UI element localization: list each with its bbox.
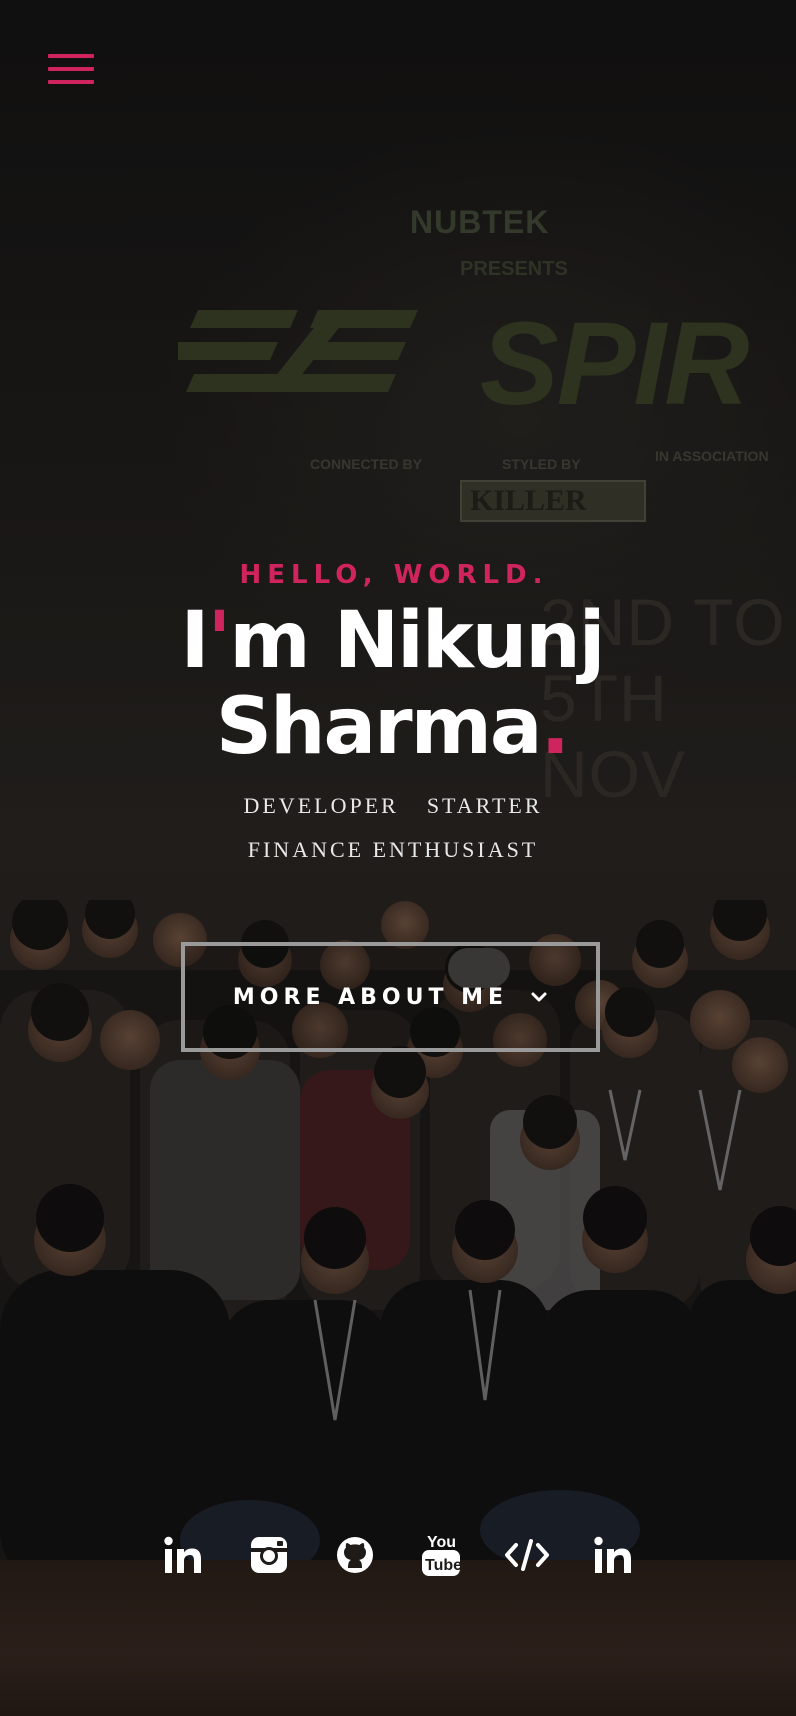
role-starter: STARTER xyxy=(426,793,543,818)
hamburger-menu-icon[interactable] xyxy=(48,54,94,92)
svg-text:Tube: Tube xyxy=(425,1557,461,1574)
menu-bar xyxy=(48,67,94,71)
intro-section: HELLO, WORLD. I'm Nikunj Sharma. DEVELOP… xyxy=(0,560,796,872)
social-links: You Tube xyxy=(0,1530,796,1580)
menu-bar xyxy=(48,54,94,58)
role-finance: FINANCE ENTHUSIAST xyxy=(247,837,539,862)
github-icon[interactable] xyxy=(330,1530,380,1580)
more-about-me-button[interactable]: MORE ABOUT ME xyxy=(181,942,600,1052)
more-about-me-label: MORE ABOUT ME xyxy=(232,984,509,1010)
chevron-down-icon xyxy=(530,988,548,1006)
linkedin-icon[interactable] xyxy=(588,1530,638,1580)
code-icon[interactable] xyxy=(502,1530,552,1580)
svg-text:You: You xyxy=(427,1534,456,1551)
instagram-icon[interactable] xyxy=(244,1530,294,1580)
name-prefix: I xyxy=(180,596,209,686)
name-apostrophe: ' xyxy=(207,596,232,686)
greeting-text: HELLO, WORLD. xyxy=(239,560,549,590)
name-line1-rest: m Nikunj xyxy=(229,596,605,686)
name-line2: Sharma xyxy=(215,682,543,772)
roles-list: DEVELOPER STARTER FINANCE ENTHUSIAST xyxy=(0,784,796,872)
role-developer: DEVELOPER xyxy=(243,793,399,818)
menu-bar xyxy=(48,80,94,84)
linkedin-icon[interactable] xyxy=(158,1530,208,1580)
name-dot: . xyxy=(540,682,571,772)
youtube-icon[interactable]: You Tube xyxy=(416,1530,466,1580)
page-title: I'm Nikunj Sharma. xyxy=(0,598,796,770)
